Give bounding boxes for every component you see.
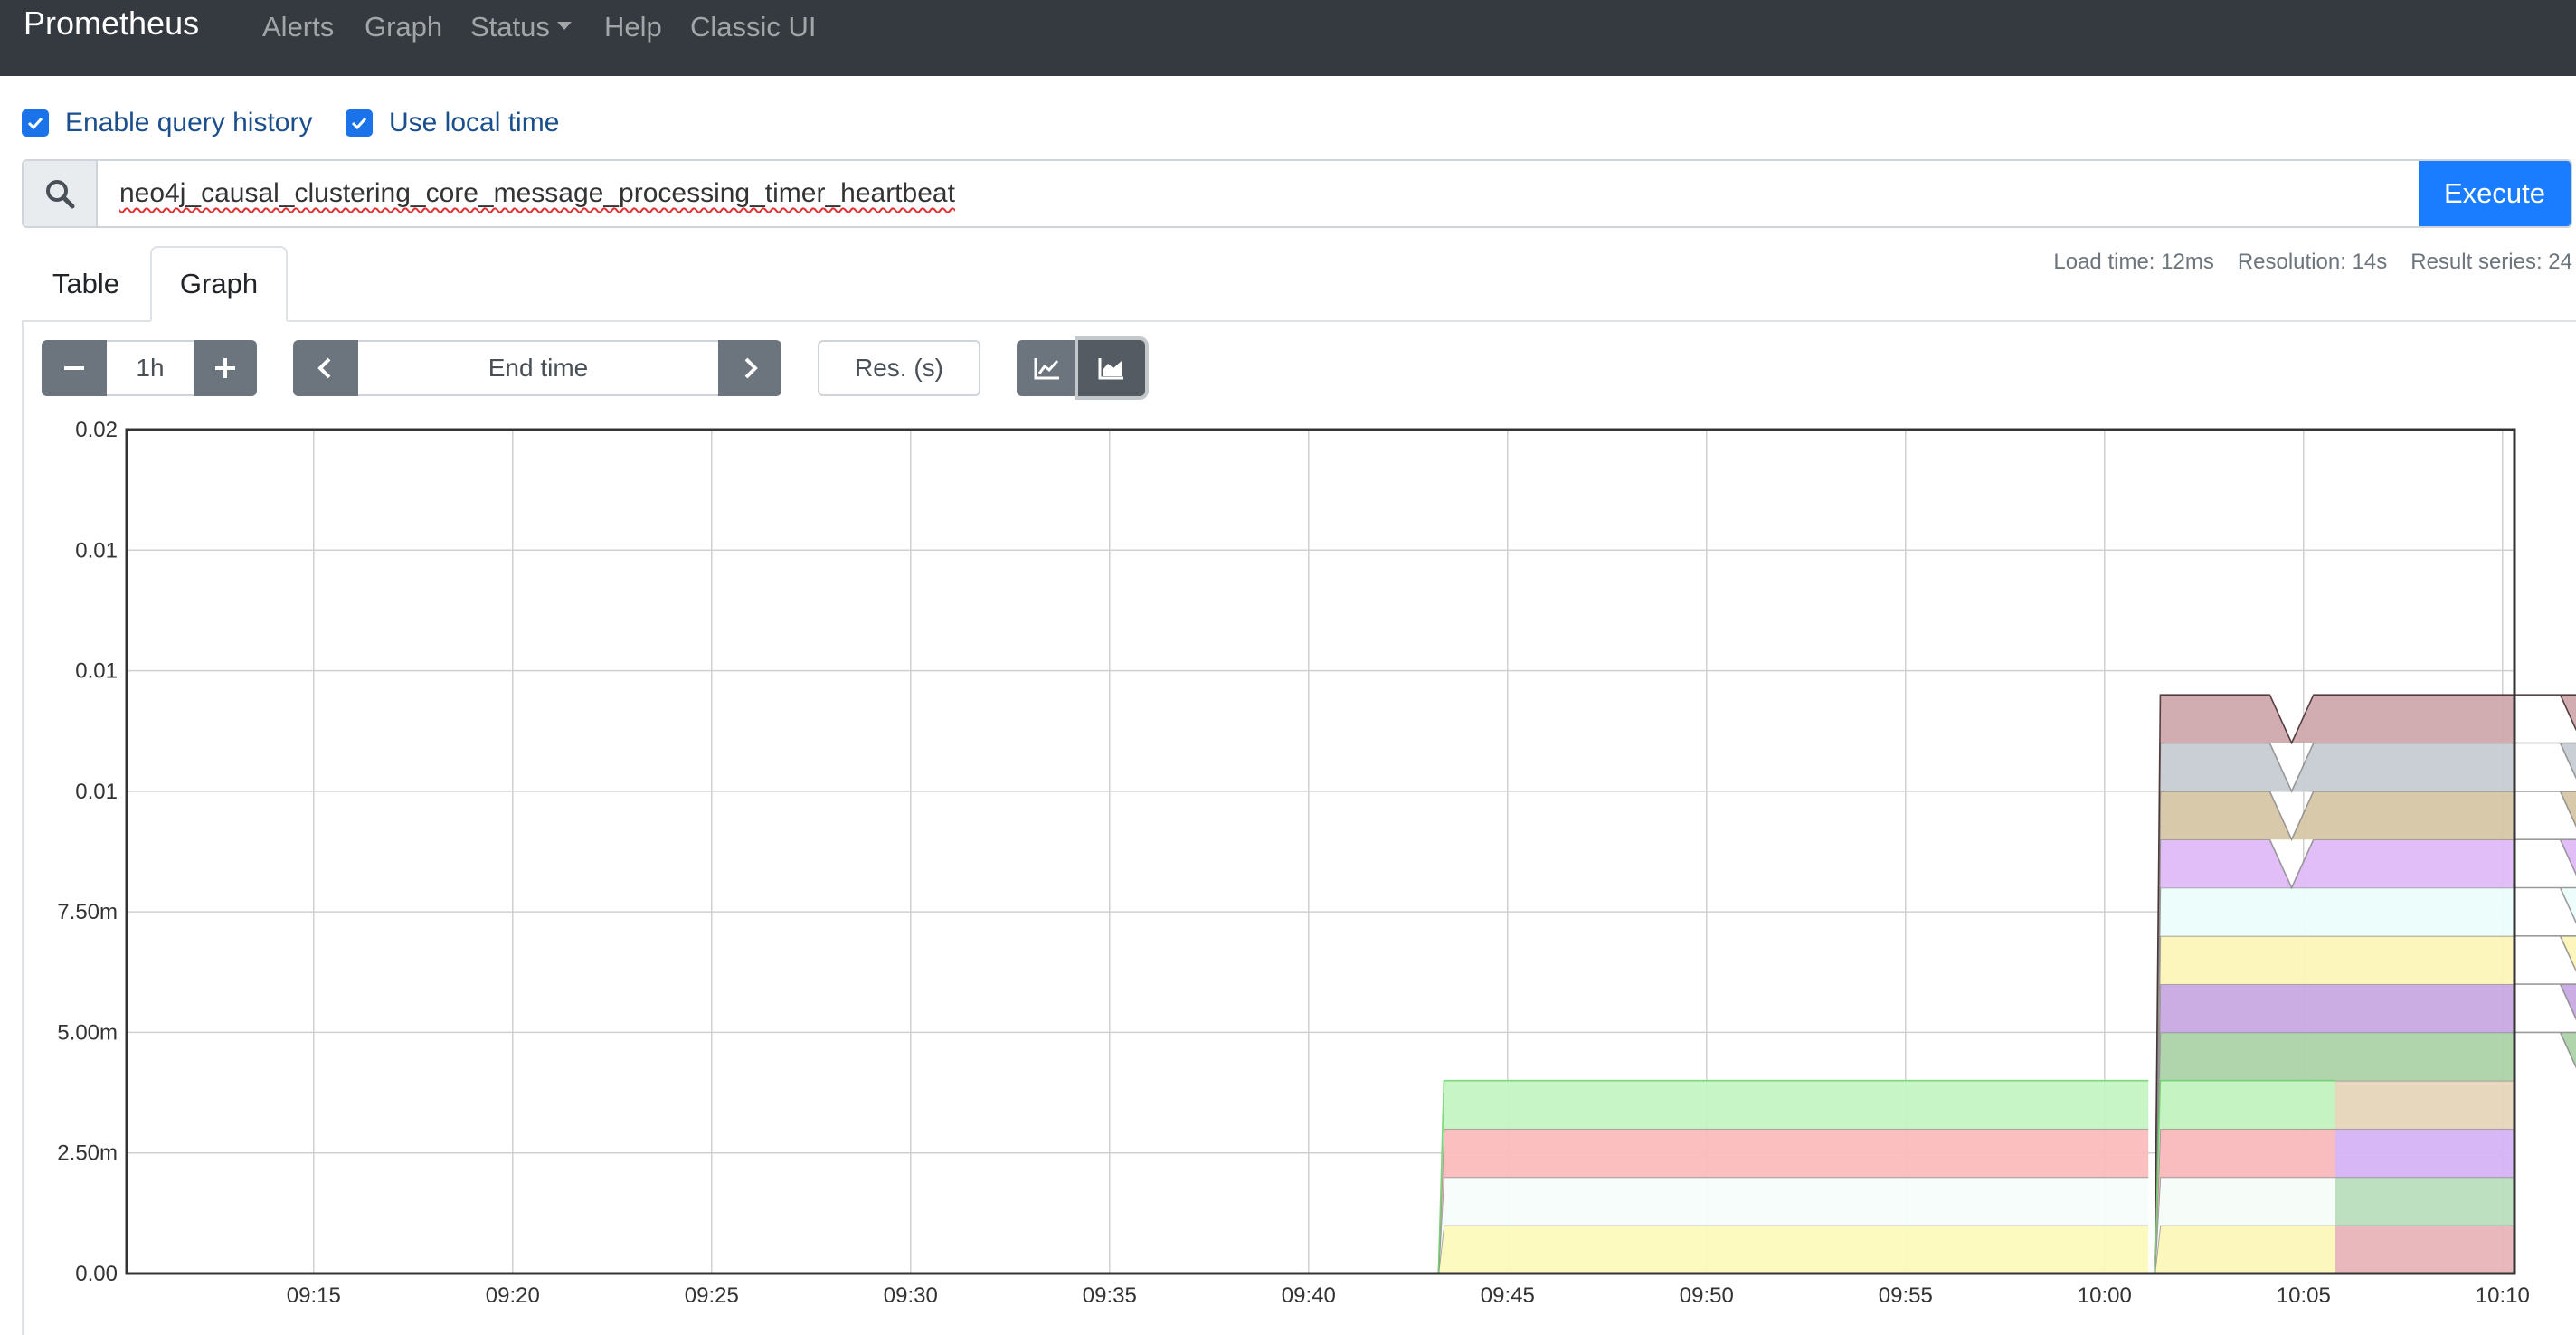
range-input[interactable]: 1h xyxy=(107,340,194,396)
checkmark-icon xyxy=(27,117,43,130)
decrease-range-button[interactable] xyxy=(42,340,107,396)
area-chart-icon xyxy=(1098,358,1123,380)
plus-icon xyxy=(215,358,235,378)
load-time: Load time: 12ms xyxy=(2053,250,2214,274)
use-local-time-checkbox[interactable] xyxy=(346,109,373,137)
nav-item-graph[interactable]: Graph xyxy=(365,9,442,45)
brand-logo[interactable]: Prometheus xyxy=(24,5,199,42)
execute-button[interactable]: Execute xyxy=(2419,161,2571,226)
query-input[interactable]: neo4j_causal_clustering_core_message_pro… xyxy=(98,161,2419,226)
nav-item-classic-ui[interactable]: Classic UI xyxy=(690,9,817,45)
enable-query-history-option[interactable]: Enable query history xyxy=(22,105,313,141)
checkmark-icon xyxy=(351,117,367,130)
minus-icon xyxy=(64,366,84,370)
resolution-input[interactable]: Res. (s) xyxy=(818,340,980,396)
line-chart-icon xyxy=(1034,358,1059,380)
use-local-time-option[interactable]: Use local time xyxy=(346,105,559,141)
caret-down-icon xyxy=(556,22,572,31)
stacked-chart-button[interactable] xyxy=(1078,340,1145,396)
query-input-text: neo4j_causal_clustering_core_message_pro… xyxy=(119,178,955,208)
result-series: Result series: 24 xyxy=(2410,250,2572,274)
tab-table[interactable]: Table xyxy=(24,246,148,322)
nav-item-help[interactable]: Help xyxy=(604,9,662,45)
graph-panel xyxy=(22,322,2576,1335)
increase-range-button[interactable] xyxy=(194,340,257,396)
nav-item-alerts[interactable]: Alerts xyxy=(262,9,334,45)
nav-item-status[interactable]: Status xyxy=(470,9,572,45)
navbar: Prometheus Alerts Graph Status Help Clas… xyxy=(0,0,2576,76)
line-chart-button[interactable] xyxy=(1017,340,1078,396)
previous-time-button[interactable] xyxy=(293,340,358,396)
enable-query-history-checkbox[interactable] xyxy=(22,109,49,137)
query-stats: Load time: 12ms Resolution: 14s Result s… xyxy=(2053,250,2572,275)
next-time-button[interactable] xyxy=(718,340,781,396)
chevron-left-icon xyxy=(317,357,331,379)
query-bar: neo4j_causal_clustering_core_message_pro… xyxy=(22,159,2572,228)
search-icon xyxy=(24,161,98,226)
resolution: Resolution: 14s xyxy=(2237,250,2388,274)
use-local-time-label: Use local time xyxy=(389,108,560,137)
nav-item-status-label: Status xyxy=(470,11,550,43)
tab-graph[interactable]: Graph xyxy=(150,246,288,322)
chevron-right-icon xyxy=(744,357,758,379)
enable-query-history-label: Enable query history xyxy=(65,108,313,137)
end-time-input[interactable]: End time xyxy=(358,340,718,396)
